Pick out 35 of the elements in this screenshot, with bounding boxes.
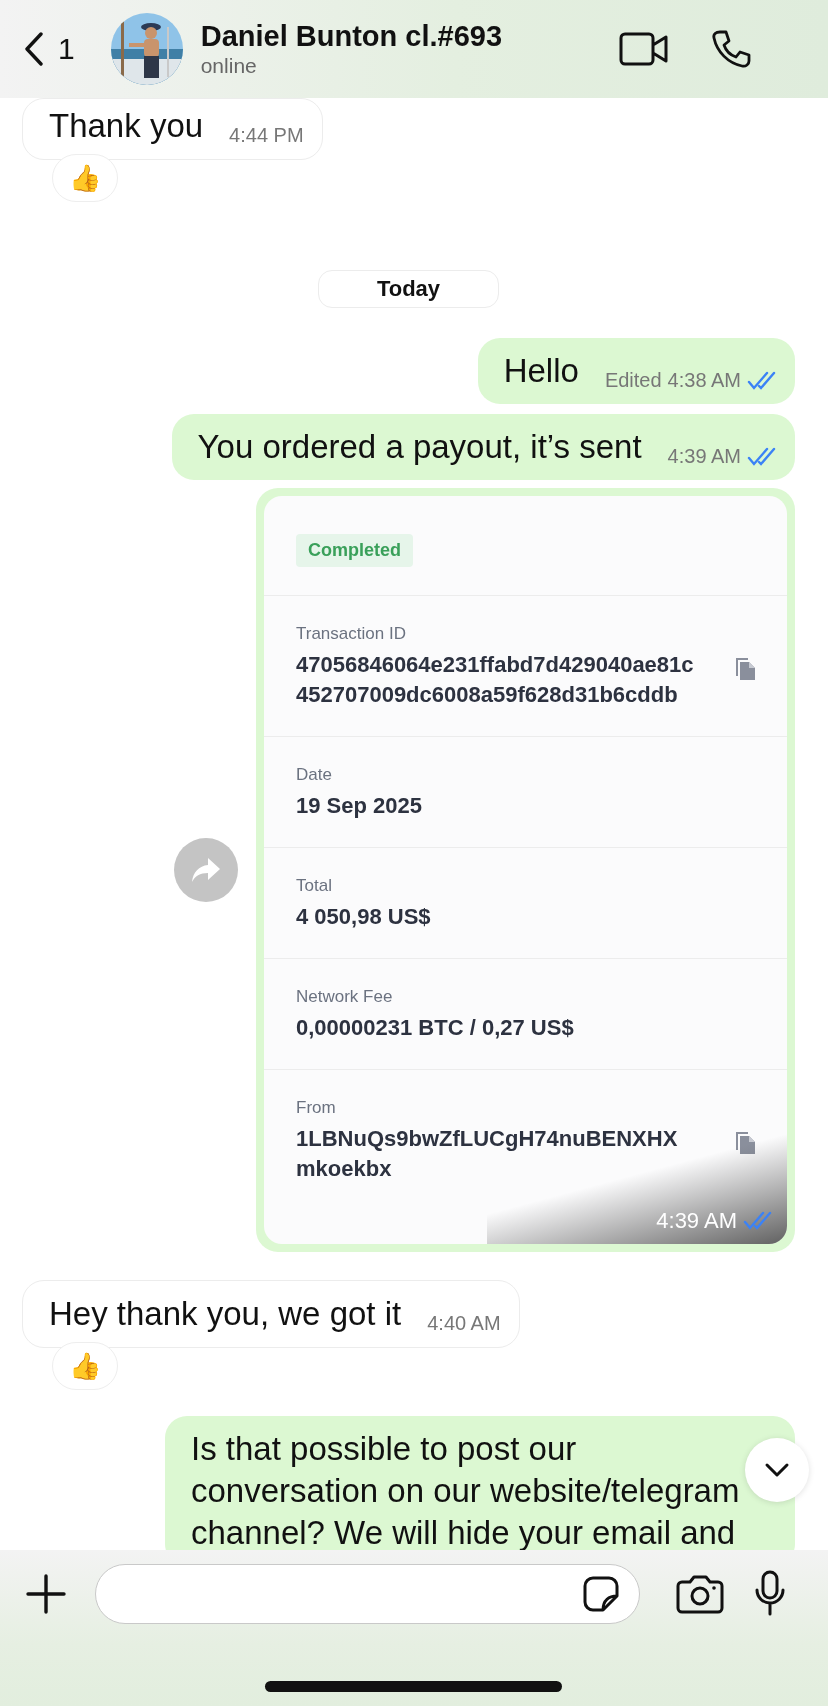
message-time: 4:40 AM bbox=[427, 1312, 501, 1335]
phone-icon[interactable] bbox=[710, 29, 751, 69]
back-button[interactable]: 1 bbox=[24, 27, 75, 71]
field-value: 4 050,98 US$ bbox=[296, 903, 432, 931]
contact-status: online bbox=[200, 53, 258, 79]
status-badge: Completed bbox=[296, 534, 413, 567]
field-value: 0,00000231 BTC / 0,27 US$ bbox=[296, 1014, 575, 1042]
field-value: 47056846064e231ffabd7d429040ae81c452707009dc6008a59f628d31b6cddb bbox=[296, 651, 695, 709]
message-text: Hello bbox=[503, 351, 579, 391]
message-time: 4:39 AM bbox=[656, 1208, 737, 1234]
message-text: You ordered a payout, it’s sent bbox=[197, 427, 642, 467]
field-label: Transaction ID bbox=[296, 624, 407, 644]
field-label: From bbox=[296, 1098, 337, 1118]
message-time: 4:39 AM bbox=[667, 445, 741, 468]
unread-count: 1 bbox=[58, 32, 75, 66]
field-label: Total bbox=[296, 876, 333, 896]
field-value: 1LBNuQs9bwZfLUCgH74nuBENXHXmkoekbx bbox=[296, 1125, 679, 1183]
video-call-icon[interactable] bbox=[618, 32, 669, 66]
contact-name[interactable]: Daniel Bunton cl.#693 bbox=[200, 19, 609, 53]
edited-label: Edited bbox=[604, 369, 662, 392]
sticker-icon[interactable] bbox=[583, 1576, 619, 1612]
date-label: Today bbox=[317, 270, 500, 308]
plus-icon[interactable] bbox=[26, 1574, 66, 1614]
field-value: 19 Sep 2025 bbox=[296, 792, 423, 820]
message-text: Thank you bbox=[49, 106, 204, 146]
microphone-icon[interactable] bbox=[754, 1570, 786, 1616]
message-time: 4:38 AM bbox=[667, 369, 741, 392]
field-label: Date bbox=[296, 765, 333, 785]
back-icon bbox=[24, 32, 44, 66]
message-time: 4:44 PM bbox=[229, 124, 304, 147]
chevron-down-icon bbox=[764, 1462, 790, 1478]
camera-icon[interactable] bbox=[676, 1574, 724, 1614]
share-arrow-icon bbox=[190, 856, 222, 884]
message-text: Hey thank you, we got it bbox=[49, 1294, 402, 1334]
field-label: Network Fee bbox=[296, 987, 394, 1007]
